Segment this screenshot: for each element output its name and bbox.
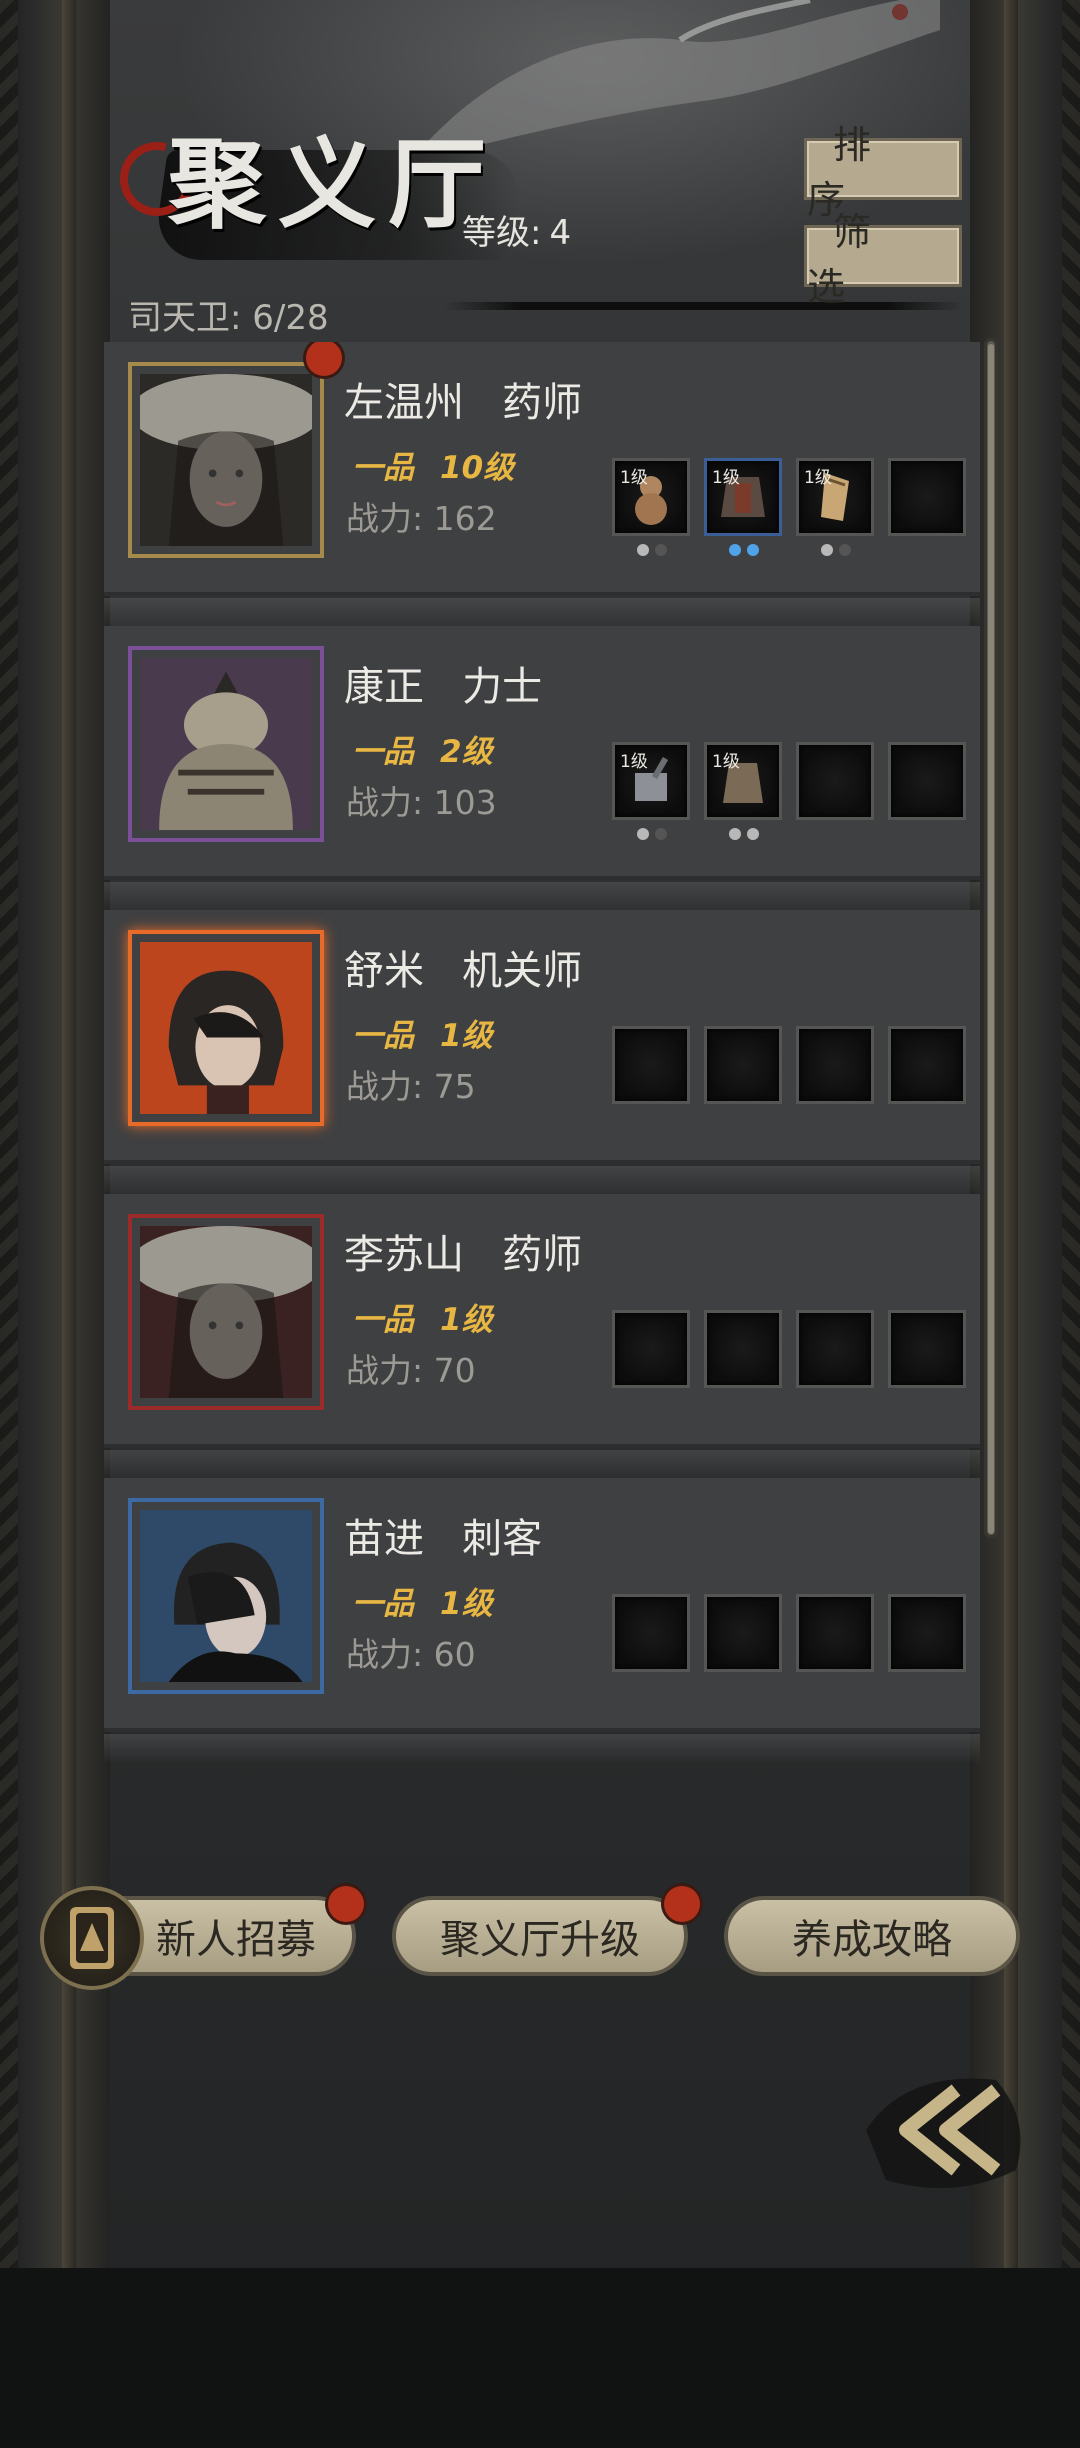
hero-power: 战力: 162 bbox=[346, 499, 497, 538]
slot-level: 1级 bbox=[712, 752, 740, 772]
page-title: 聚义厅 bbox=[168, 127, 499, 242]
hero-portrait[interactable] bbox=[128, 1498, 324, 1694]
hero-grade: 一品 1级 bbox=[352, 1294, 493, 1339]
hall-level: 等级: 4 bbox=[462, 205, 571, 254]
level-text: 1级 bbox=[440, 1586, 493, 1622]
empty-equipment-slot[interactable] bbox=[796, 1026, 874, 1104]
equipment-slots: 1级 1级 bbox=[612, 742, 972, 840]
empty-equipment-slot[interactable] bbox=[796, 1310, 874, 1388]
equipment-slots bbox=[612, 1310, 972, 1390]
recruit-token-icon[interactable] bbox=[40, 1886, 144, 1990]
level-text: 2级 bbox=[440, 734, 493, 770]
hero-power: 战力: 60 bbox=[346, 1635, 476, 1674]
hero-grade: 一品 1级 bbox=[352, 1578, 493, 1623]
hero-portrait[interactable] bbox=[128, 646, 324, 842]
empty-equipment-slot[interactable] bbox=[888, 1310, 966, 1388]
equipment-slots bbox=[612, 1594, 972, 1674]
hero-portrait-art bbox=[140, 374, 312, 546]
hero-power: 战力: 75 bbox=[346, 1067, 476, 1106]
empty-equipment-slot[interactable] bbox=[704, 1594, 782, 1672]
equipment-slot[interactable]: 1级 bbox=[612, 742, 690, 840]
hero-grade: 一品 10级 bbox=[352, 442, 514, 487]
equipment-slot[interactable]: 1级 bbox=[612, 458, 690, 556]
empty-equipment-slot[interactable] bbox=[888, 742, 966, 820]
grade-text: 一品 bbox=[352, 1018, 414, 1054]
slot-level: 1级 bbox=[620, 752, 648, 772]
hero-name: 李苏山 药师 bbox=[344, 1232, 583, 1278]
gem-slots bbox=[729, 541, 769, 556]
member-count: 司天卫: 6/28 bbox=[128, 298, 329, 338]
equipment-slot[interactable]: 1级 bbox=[796, 458, 874, 556]
equipment-slots: 1级 1级 1级 bbox=[612, 458, 972, 556]
back-arrow-icon[interactable] bbox=[846, 2050, 1036, 2210]
hero-grade: 一品 2级 bbox=[352, 726, 493, 771]
empty-equipment-slot[interactable] bbox=[612, 1026, 690, 1104]
hero-portrait[interactable] bbox=[128, 362, 324, 558]
hero-name: 舒米 机关师 bbox=[344, 948, 583, 994]
hero-list[interactable]: 左温州 药师 一品 10级 战力: 162 1级 1级 1级 康正 力士 一品 … bbox=[104, 342, 980, 1762]
gem-slots bbox=[637, 825, 677, 840]
empty-equipment-slot[interactable] bbox=[888, 1594, 966, 1672]
grade-text: 一品 bbox=[352, 1586, 414, 1622]
slot-level: 1级 bbox=[804, 468, 832, 488]
empty-equipment-slot[interactable] bbox=[612, 1594, 690, 1672]
upgrade-new-badge bbox=[664, 1886, 700, 1922]
empty-equipment-slot[interactable] bbox=[704, 1026, 782, 1104]
gem-slots bbox=[637, 541, 677, 556]
empty-equipment-slot[interactable] bbox=[796, 1594, 874, 1672]
sort-button[interactable]: 排序 bbox=[804, 123, 962, 222]
equipment-slots bbox=[612, 1026, 972, 1106]
equipment-slot[interactable]: 1级 bbox=[704, 742, 782, 840]
hero-card[interactable]: 苗进 刺客 一品 1级 战力: 60 bbox=[104, 1478, 980, 1762]
slot-level: 1级 bbox=[620, 468, 648, 488]
guide-button[interactable]: 养成攻略 bbox=[724, 1896, 1020, 1976]
hero-card[interactable]: 舒米 机关师 一品 1级 战力: 75 bbox=[104, 910, 980, 1196]
hero-grade: 一品 1级 bbox=[352, 1010, 493, 1055]
grade-text: 一品 bbox=[352, 734, 414, 770]
hero-name: 左温州 药师 bbox=[344, 380, 583, 426]
scrollbar-thumb[interactable] bbox=[988, 344, 994, 1534]
filter-button[interactable]: 筛选 bbox=[804, 210, 962, 309]
hero-name: 康正 力士 bbox=[344, 664, 543, 710]
level-label: 等级: bbox=[462, 213, 542, 253]
hero-portrait-art bbox=[140, 1510, 312, 1682]
hero-portrait[interactable] bbox=[128, 1214, 324, 1410]
hero-card[interactable]: 康正 力士 一品 2级 战力: 103 1级 1级 bbox=[104, 626, 980, 912]
new-badge bbox=[306, 342, 342, 376]
hero-portrait-art bbox=[140, 658, 312, 830]
hall-upgrade-button[interactable]: 聚义厅升级 bbox=[392, 1896, 688, 1976]
empty-equipment-slot[interactable] bbox=[796, 742, 874, 820]
empty-equipment-slot[interactable] bbox=[888, 1026, 966, 1104]
equipment-slot[interactable]: 1级 bbox=[704, 458, 782, 556]
hero-name: 苗进 刺客 bbox=[344, 1516, 543, 1562]
gem-slots bbox=[729, 825, 769, 840]
level-text: 10级 bbox=[440, 450, 515, 486]
gem-slots bbox=[821, 541, 861, 556]
hero-power: 战力: 70 bbox=[346, 1351, 476, 1390]
level-text: 1级 bbox=[440, 1302, 493, 1338]
empty-equipment-slot[interactable] bbox=[888, 458, 966, 536]
level-value: 4 bbox=[549, 213, 572, 253]
recruit-new-badge bbox=[328, 1886, 364, 1922]
hero-portrait[interactable] bbox=[128, 930, 324, 1126]
hero-portrait-art bbox=[140, 1226, 312, 1398]
slot-level: 1级 bbox=[712, 468, 740, 488]
level-text: 1级 bbox=[440, 1018, 493, 1054]
grade-text: 一品 bbox=[352, 1302, 414, 1338]
hero-card[interactable]: 左温州 药师 一品 10级 战力: 162 1级 1级 1级 bbox=[104, 342, 980, 628]
empty-equipment-slot[interactable] bbox=[612, 1310, 690, 1388]
hero-portrait-art bbox=[140, 942, 312, 1114]
empty-equipment-slot[interactable] bbox=[704, 1310, 782, 1388]
hero-card[interactable]: 李苏山 药师 一品 1级 战力: 70 bbox=[104, 1194, 980, 1480]
grade-text: 一品 bbox=[352, 450, 414, 486]
hero-power: 战力: 103 bbox=[346, 783, 497, 822]
